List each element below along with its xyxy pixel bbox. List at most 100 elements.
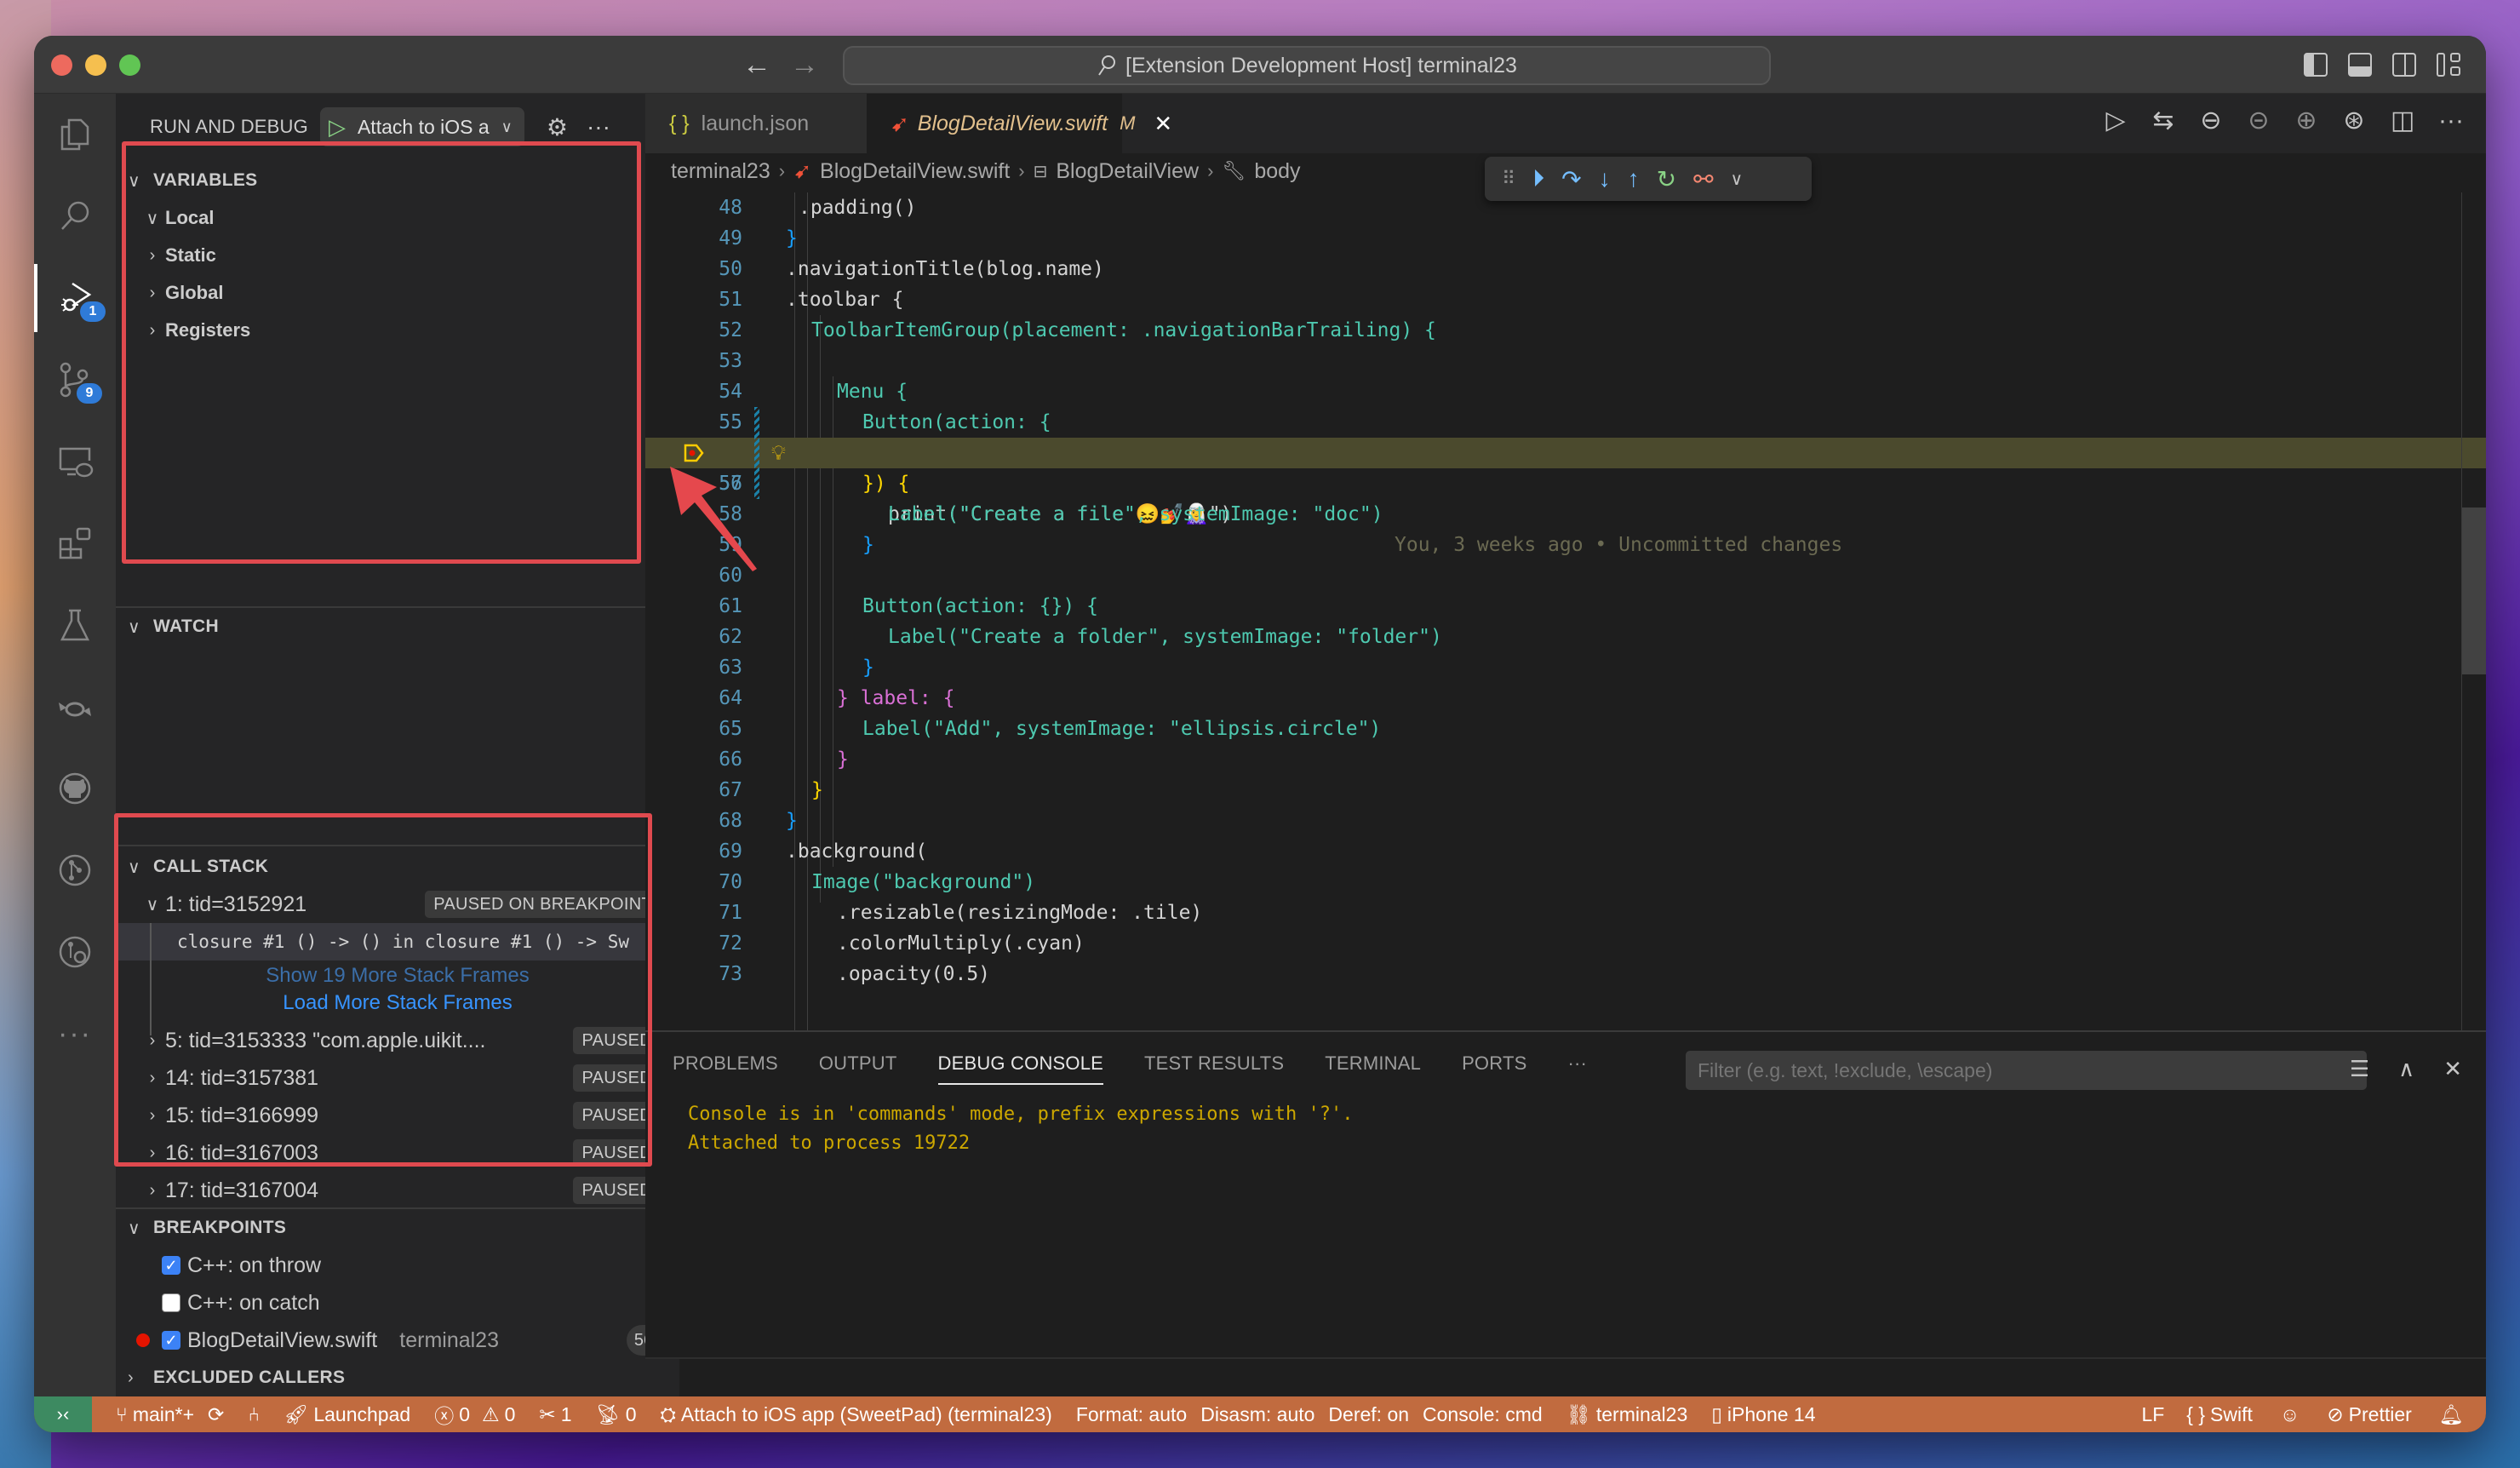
- status-copilot[interactable]: ☺: [2280, 1403, 2300, 1426]
- activity-remote-explorer[interactable]: [34, 427, 116, 496]
- tab-blogdetailview-swift[interactable]: ➹ BlogDetailView.swift M ✕: [867, 94, 1172, 153]
- remote-indicator[interactable]: ›‹: [34, 1396, 92, 1432]
- load-more-frames-link[interactable]: Load More Stack Frames: [116, 989, 679, 1017]
- breakpoint-item[interactable]: ✓ C++: on throw: [116, 1247, 679, 1284]
- activity-gitlens-inspect[interactable]: [34, 918, 116, 986]
- tab-problems[interactable]: PROBLEMS: [673, 1052, 778, 1085]
- thread-row[interactable]: › 16: tid=3167003 PAUSED: [116, 1134, 679, 1172]
- continue-icon[interactable]: ⏵: [1532, 165, 1544, 193]
- thread-row[interactable]: › 17: tid=3167004 PAUSED: [116, 1172, 679, 1209]
- thread-row[interactable]: › 14: tid=3157381 PAUSED: [116, 1059, 679, 1097]
- forward-arrow-icon[interactable]: →: [790, 48, 819, 82]
- close-window-button[interactable]: [51, 54, 72, 76]
- status-disasm[interactable]: Disasm: auto: [1200, 1403, 1314, 1426]
- customize-layout-icon[interactable]: [2437, 53, 2460, 77]
- breakpoints-section-header[interactable]: ∨ BREAKPOINTS: [116, 1209, 679, 1247]
- status-launchpad[interactable]: 🚀︎ Launchpad: [284, 1403, 410, 1426]
- status-branch[interactable]: ⑂ main*+ ⟳: [116, 1403, 224, 1426]
- tab-test-results[interactable]: TEST RESULTS: [1144, 1052, 1284, 1085]
- thread-row[interactable]: ∨ 1: tid=3152921 PAUSED ON BREAKPOINT: [116, 886, 679, 923]
- scope-global[interactable]: › Global: [116, 274, 679, 312]
- launch-config-select[interactable]: ▷ Attach to iOS a ∨: [319, 107, 524, 146]
- call-stack-section-header[interactable]: ∨ CALL STACK: [116, 848, 679, 886]
- scope-static[interactable]: › Static: [116, 237, 679, 274]
- activity-sweetpad[interactable]: [34, 673, 116, 741]
- watch-section-header[interactable]: ∨ WATCH: [116, 608, 679, 645]
- more-actions-icon[interactable]: ···: [587, 113, 610, 140]
- scope-local[interactable]: ∨ Local: [116, 199, 679, 237]
- git-graph-icon[interactable]: ⊛: [2343, 106, 2365, 135]
- status-console-mode[interactable]: Console: cmd: [1423, 1403, 1543, 1426]
- status-tools[interactable]: ✂ 1: [539, 1403, 571, 1426]
- status-prettier[interactable]: ⊘ Prettier: [2327, 1403, 2411, 1426]
- excluded-callers-section-header[interactable]: › EXCLUDED CALLERS: [116, 1359, 679, 1396]
- checkbox-checked[interactable]: ✓: [162, 1256, 180, 1275]
- gear-icon[interactable]: ⚙: [547, 113, 568, 141]
- status-workspace[interactable]: ⛓ terminal23: [1566, 1403, 1688, 1426]
- close-panel-icon[interactable]: ✕: [2443, 1056, 2462, 1082]
- command-center[interactable]: [Extension Development Host] terminal23: [843, 46, 1771, 85]
- breakpoint-item[interactable]: ✓ BlogDetailView.swift terminal23 56: [116, 1322, 679, 1359]
- status-format[interactable]: Format: auto: [1076, 1403, 1187, 1426]
- run-icon[interactable]: ▷: [2105, 106, 2127, 135]
- dirty-diff-indicator[interactable]: [754, 407, 759, 499]
- disconnect-icon[interactable]: ⚯: [1693, 165, 1713, 193]
- code-editor[interactable]: 48 .padding() 49} 50 .navigationTitle(blog…: [645, 192, 2486, 1035]
- activity-extensions[interactable]: [34, 509, 116, 577]
- status-git-graph[interactable]: ⑃: [248, 1403, 260, 1426]
- toggle-secondary-sidebar-icon[interactable]: [2392, 53, 2416, 77]
- breadcrumb-item[interactable]: terminal23: [671, 159, 770, 184]
- status-notifications[interactable]: 🔔︎: [2439, 1403, 2464, 1426]
- console-filter-input[interactable]: [1686, 1051, 2367, 1090]
- tab-terminal[interactable]: TERMINAL: [1325, 1052, 1421, 1085]
- more-actions-icon[interactable]: ···: [2438, 106, 2464, 135]
- status-debug-session[interactable]: ⛭ Attach to iOS app (SweetPad) (terminal2…: [660, 1403, 1051, 1426]
- breakpoint-item[interactable]: C++: on catch: [116, 1284, 679, 1322]
- scrollbar-thumb[interactable]: [2462, 507, 2486, 674]
- step-over-icon[interactable]: ↷: [1561, 165, 1581, 193]
- lightbulb-icon[interactable]: 💡︎: [771, 441, 786, 465]
- drag-handle-icon[interactable]: ⠿: [1502, 168, 1515, 190]
- breadcrumb-item[interactable]: BlogDetailView.swift: [820, 159, 1010, 184]
- status-language[interactable]: { } Swift: [2186, 1403, 2253, 1426]
- start-debugging-icon[interactable]: ▷: [329, 114, 346, 140]
- more-tabs-icon[interactable]: ···: [1567, 1052, 1587, 1085]
- breadcrumb-item[interactable]: BlogDetailView: [1056, 159, 1199, 184]
- activity-github[interactable]: [34, 754, 116, 823]
- thread-row[interactable]: › 5: tid=3153333 "com.apple.uikit.... PA…: [116, 1022, 679, 1059]
- status-deref[interactable]: Deref: on: [1328, 1403, 1409, 1426]
- toggle-primary-sidebar-icon[interactable]: [2304, 53, 2328, 77]
- step-out-icon[interactable]: ↑: [1628, 165, 1640, 192]
- next-change-icon[interactable]: ⊕: [2295, 106, 2317, 135]
- status-device[interactable]: ▯ iPhone 14: [1711, 1403, 1815, 1426]
- thread-row[interactable]: › 15: tid=3166999 PAUSED: [116, 1097, 679, 1134]
- show-more-frames-link[interactable]: Show 19 More Stack Frames: [116, 962, 679, 989]
- breadcrumb-item[interactable]: body: [1254, 159, 1300, 184]
- tab-ports[interactable]: PORTS: [1462, 1052, 1526, 1085]
- status-ports[interactable]: 📡︎ 0: [595, 1403, 636, 1426]
- toggle-panel-icon[interactable]: [2348, 53, 2372, 77]
- split-editor-icon[interactable]: ◫: [2391, 106, 2414, 135]
- activity-git-graph[interactable]: [34, 836, 116, 904]
- status-eol[interactable]: LF: [2141, 1403, 2164, 1426]
- clear-console-icon[interactable]: ☰: [2350, 1056, 2369, 1082]
- commit-icon[interactable]: ⊝: [2248, 106, 2270, 135]
- compare-changes-icon[interactable]: ⇆: [2152, 106, 2174, 135]
- step-into-icon[interactable]: ↓: [1599, 165, 1611, 192]
- activity-testing[interactable]: [34, 591, 116, 659]
- previous-change-icon[interactable]: ⊖: [2200, 106, 2222, 135]
- activity-source-control[interactable]: 9: [34, 346, 116, 414]
- tab-debug-console[interactable]: DEBUG CONSOLE: [937, 1052, 1104, 1085]
- breakpoint-paused-icon[interactable]: [683, 442, 705, 464]
- tab-output[interactable]: OUTPUT: [819, 1052, 897, 1085]
- back-arrow-icon[interactable]: ←: [742, 48, 771, 82]
- chevron-down-icon[interactable]: ∨: [1731, 169, 1744, 190]
- tab-launch-json[interactable]: { } launch.json: [645, 94, 867, 153]
- activity-explorer[interactable]: [34, 100, 116, 169]
- checkbox-checked[interactable]: ✓: [162, 1331, 180, 1350]
- activity-more[interactable]: ···: [34, 1000, 116, 1068]
- stack-frame-row[interactable]: closure #1 () -> () in closure #1 () -> …: [116, 923, 679, 961]
- status-problems[interactable]: ⓧ 0 ⚠ 0: [434, 1400, 515, 1429]
- scope-registers[interactable]: › Registers: [116, 312, 679, 349]
- activity-search[interactable]: [34, 182, 116, 250]
